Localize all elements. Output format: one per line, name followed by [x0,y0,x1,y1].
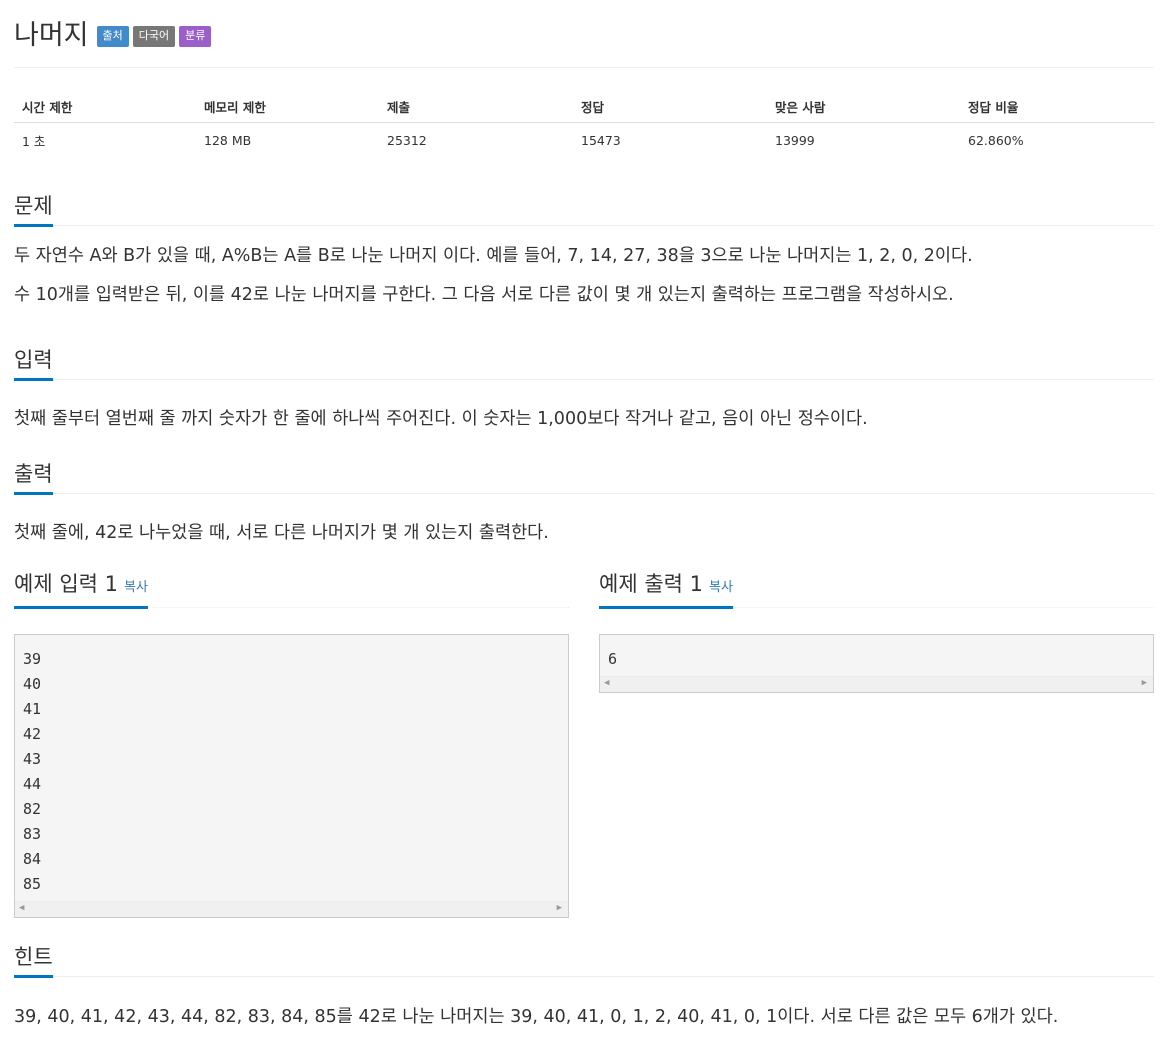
info-accepted: 15473 [581,133,621,148]
sample-output-title-text: 예제 출력 1 [599,572,703,596]
hint-header: 힌트 [14,938,1154,978]
info-accept-ratio: 62.860% [968,133,1024,148]
sample-input-line: 85 [23,875,42,893]
sample-output-copy-button[interactable]: 복사 [709,580,733,595]
input-title: 입력 [14,348,53,381]
info-time-limit: 1 초 [22,134,46,149]
sample-input-box[interactable]: 39 40 41 42 43 44 82 83 84 85 ◀ ▶ [14,634,569,918]
problem-title: 나머지 [14,19,89,51]
info-header-solved-users: 맞은 사람 [767,90,960,123]
sample-input-scrollbar[interactable]: ◀ ▶ [15,901,568,917]
sample-input-lines: 39 40 41 42 43 44 82 83 84 85 [15,635,568,901]
title-divider [14,67,1154,68]
sample-input-line: 82 [23,800,42,818]
hint-body: 39, 40, 41, 42, 43, 44, 82, 83, 84, 85를 … [14,998,1154,1037]
output-section: 출력 첫째 줄에, 42로 나누었을 때, 서로 다른 나머지가 몇 개 있는지… [14,455,1154,553]
info-header-accepted: 정답 [573,90,767,123]
info-header-accept-ratio: 정답 비율 [960,90,1154,123]
hint-section: 힌트 39, 40, 41, 42, 43, 44, 82, 83, 84, 8… [14,938,1154,1037]
sample-input-line: 39 [23,650,42,668]
sample-output-lines: 6 [600,635,1153,676]
info-header-memory-limit: 메모리 제한 [196,90,379,123]
input-header: 입력 [14,341,1154,381]
sample-output-box[interactable]: 6 ◀ ▶ [599,634,1154,693]
sample-input-line: 42 [23,725,42,743]
sample-output-title: 예제 출력 1 복사 [599,572,733,609]
scroll-left-arrow-icon[interactable]: ◀ [604,678,609,688]
info-header-row: 시간 제한 메모리 제한 제출 정답 맞은 사람 정답 비율 [14,90,1154,123]
sample-input-copy-button[interactable]: 복사 [124,580,148,595]
input-body: 첫째 줄부터 열번째 줄 까지 숫자가 한 줄에 하나씩 주어진다. 이 숫자는… [14,400,1154,439]
sample-input-line: 44 [23,775,42,793]
output-header: 출력 [14,455,1154,495]
output-title: 출력 [14,462,53,495]
scroll-right-arrow-icon[interactable]: ▶ [557,903,562,913]
problem-title-row: 나머지 출처 다국어 분류 [14,12,212,52]
info-submissions: 25312 [387,133,427,148]
description-body: 두 자연수 A와 B가 있을 때, A%B는 A를 B로 나눈 나머지 이다. … [14,237,1154,315]
sample-input-header: 예제 입력 1 복사 [14,570,569,609]
input-section: 입력 첫째 줄부터 열번째 줄 까지 숫자가 한 줄에 하나씩 주어진다. 이 … [14,341,1154,439]
description-paragraph: 두 자연수 A와 B가 있을 때, A%B는 A를 B로 나눈 나머지 이다. … [14,246,973,266]
info-memory-limit: 128 MB [204,133,252,148]
hint-text: 39, 40, 41, 42, 43, 44, 82, 83, 84, 85를 … [14,1007,1059,1027]
description-header: 문제 [14,187,1154,227]
sample-input-line: 40 [23,675,42,693]
category-badge[interactable]: 분류 [179,25,212,47]
sample-output-column: 예제 출력 1 복사 6 ◀ ▶ [599,570,1154,693]
sample-input-line: 41 [23,700,42,718]
output-body: 첫째 줄에, 42로 나누었을 때, 서로 다른 나머지가 몇 개 있는지 출력… [14,514,1154,553]
input-text: 첫째 줄부터 열번째 줄 까지 숫자가 한 줄에 하나씩 주어진다. 이 숫자는… [14,409,868,429]
problem-badges: 출처 다국어 분류 [96,25,212,47]
description-section: 문제 두 자연수 A와 B가 있을 때, A%B는 A를 B로 나눈 나머지 이… [14,187,1154,315]
sample-output-scrollbar[interactable]: ◀ ▶ [600,676,1153,692]
scroll-left-arrow-icon[interactable]: ◀ [19,903,24,913]
problem-info-table: 시간 제한 메모리 제한 제출 정답 맞은 사람 정답 비율 1 초 128 M… [14,90,1154,158]
sample-input-title: 예제 입력 1 복사 [14,572,148,609]
description-paragraph: 수 10개를 입력받은 뒤, 이를 42로 나눈 나머지를 구한다. 그 다음 … [14,285,954,305]
sample-input-column: 예제 입력 1 복사 39 40 41 42 43 44 82 83 84 85 ◀ ▶ [14,570,569,918]
info-header-submissions: 제출 [379,90,573,123]
output-text: 첫째 줄에, 42로 나누었을 때, 서로 다른 나머지가 몇 개 있는지 출력… [14,523,549,543]
language-badge[interactable]: 다국어 [132,25,176,47]
sample-output-header: 예제 출력 1 복사 [599,570,1154,609]
info-solved-users: 13999 [775,133,815,148]
sample-input-line: 83 [23,825,42,843]
scroll-right-arrow-icon[interactable]: ▶ [1142,678,1147,688]
hint-title: 힌트 [14,945,53,978]
info-value-row: 1 초 128 MB 25312 15473 13999 62.860% [14,123,1154,159]
info-header-time-limit: 시간 제한 [14,90,196,123]
source-badge[interactable]: 출처 [96,25,129,47]
sample-input-title-text: 예제 입력 1 [14,572,118,596]
description-title: 문제 [14,194,53,227]
sample-output-line: 6 [608,650,618,668]
sample-input-line: 84 [23,850,42,868]
sample-input-line: 43 [23,750,42,768]
